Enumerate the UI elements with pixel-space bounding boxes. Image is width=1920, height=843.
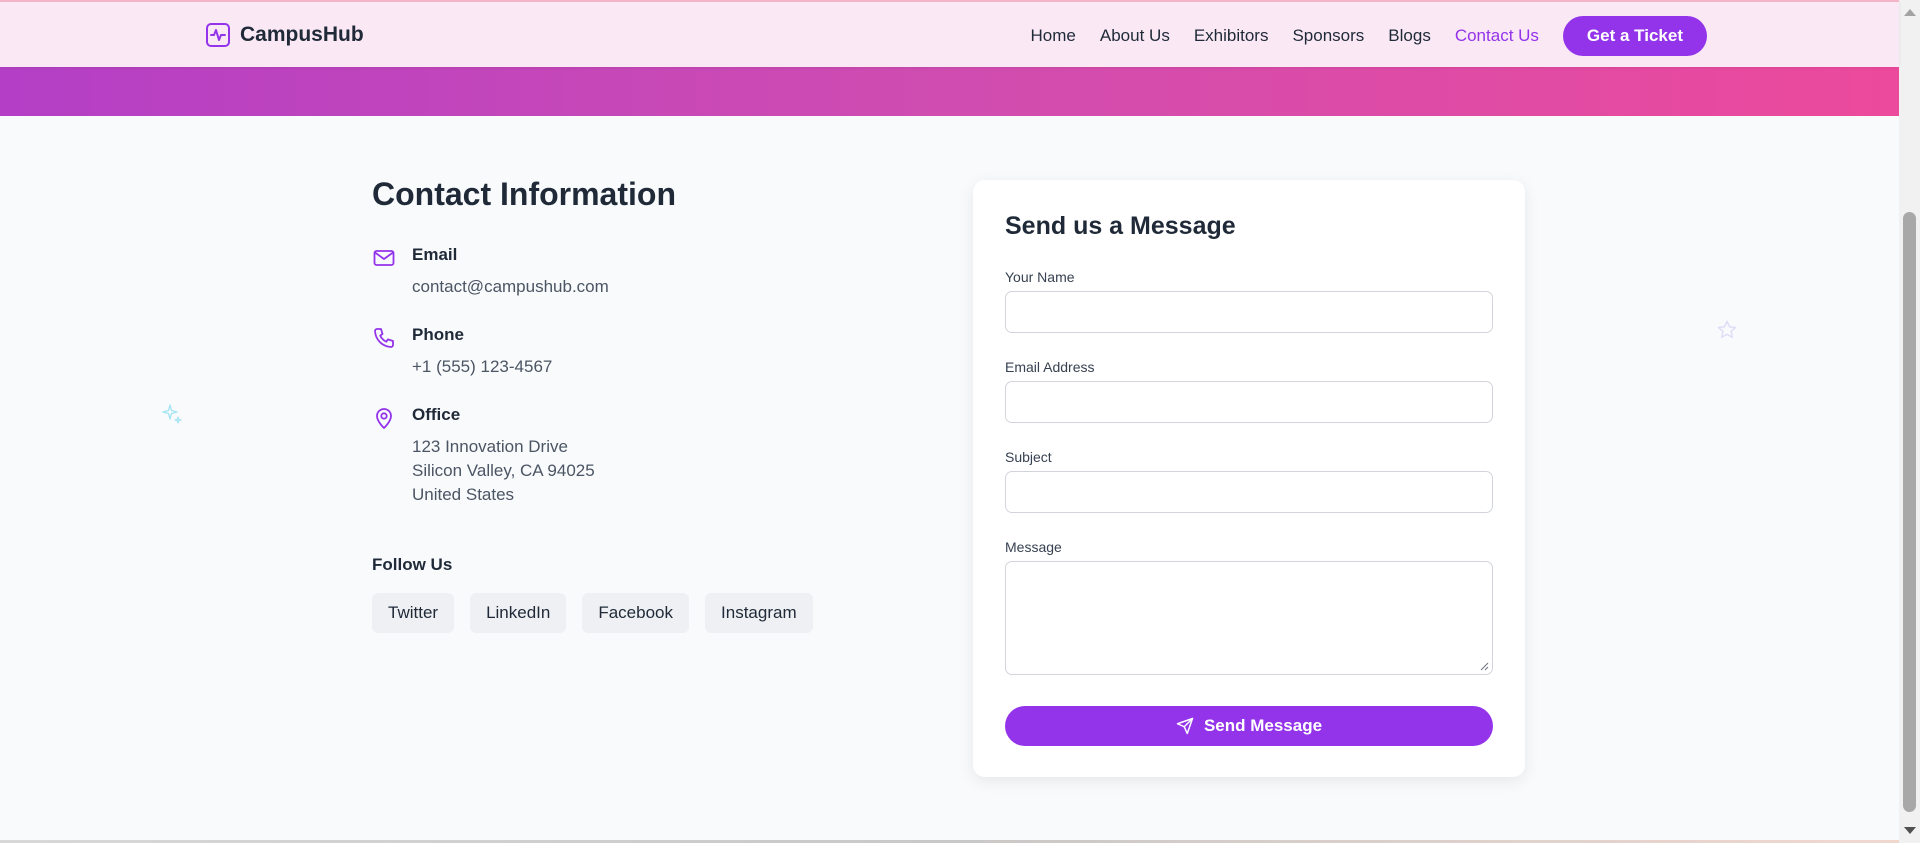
send-message-button[interactable]: Send Message bbox=[1005, 706, 1493, 746]
form-title: Send us a Message bbox=[1005, 212, 1236, 240]
star-icon bbox=[1717, 320, 1737, 339]
email-label: Email bbox=[412, 245, 458, 264]
get-ticket-button[interactable]: Get a Ticket bbox=[1562, 16, 1707, 56]
email-address-label: Email Address bbox=[1005, 359, 1095, 375]
activity-icon bbox=[206, 23, 230, 47]
scroll-down-arrow-icon[interactable] bbox=[1904, 827, 1916, 834]
email-input[interactable] bbox=[1005, 381, 1493, 423]
scrollbar-thumb[interactable] bbox=[1903, 212, 1916, 812]
office-address-line: 123 Innovation Drive bbox=[412, 437, 568, 456]
nav-link-about-us[interactable]: About Us bbox=[1100, 17, 1170, 55]
name-input[interactable] bbox=[1005, 291, 1493, 333]
social-link-linkedin[interactable]: LinkedIn bbox=[470, 593, 567, 633]
subject-input[interactable] bbox=[1005, 471, 1493, 513]
phone-icon bbox=[374, 328, 394, 348]
social-link-facebook[interactable]: Facebook bbox=[582, 593, 690, 633]
map-pin-icon bbox=[376, 408, 392, 429]
brand-name: CampusHub bbox=[240, 23, 364, 46]
office-address-line: Silicon Valley, CA 94025 bbox=[412, 461, 595, 480]
email-info: Email contact@campushub.com bbox=[372, 243, 892, 299]
follow-us-title: Follow Us bbox=[372, 555, 453, 574]
follow-us-section: Follow Us Twitter LinkedIn Facebook Inst… bbox=[372, 555, 892, 633]
message-textarea[interactable] bbox=[1005, 561, 1493, 675]
scroll-up-arrow-icon[interactable] bbox=[1904, 9, 1916, 16]
email-value[interactable]: contact@campushub.com bbox=[412, 275, 892, 299]
sparkle-icon bbox=[162, 404, 182, 424]
mail-icon bbox=[373, 250, 395, 266]
social-link-twitter[interactable]: Twitter bbox=[372, 593, 455, 633]
nav-link-home[interactable]: Home bbox=[1031, 17, 1076, 55]
page: CampusHub Home About Us Exhibitors Spons… bbox=[0, 0, 1920, 843]
nav-link-sponsors[interactable]: Sponsors bbox=[1292, 17, 1364, 55]
contact-info-title: Contact Information bbox=[372, 176, 676, 212]
office-address: 123 Innovation Drive Silicon Valley, CA … bbox=[412, 435, 892, 507]
send-message-label: Send Message bbox=[1203, 716, 1323, 735]
subject-label: Subject bbox=[1005, 449, 1052, 465]
message-label: Message bbox=[1005, 539, 1062, 555]
social-links: Twitter LinkedIn Facebook Instagram bbox=[372, 593, 892, 633]
phone-info: Phone +1 (555) 123-4567 bbox=[372, 323, 892, 379]
nav-link-contact-us[interactable]: Contact Us bbox=[1455, 17, 1539, 55]
social-link-instagram[interactable]: Instagram bbox=[705, 593, 813, 633]
nav-link-exhibitors[interactable]: Exhibitors bbox=[1194, 17, 1269, 55]
navbar: CampusHub Home About Us Exhibitors Spons… bbox=[0, 0, 1899, 67]
phone-value[interactable]: +1 (555) 123-4567 bbox=[412, 355, 892, 379]
office-address-line: United States bbox=[412, 485, 515, 504]
main-nav: Home About Us Exhibitors Sponsors Blogs … bbox=[1007, 16, 1707, 56]
name-label: Your Name bbox=[1005, 269, 1075, 285]
resize-handle-icon[interactable] bbox=[1479, 661, 1489, 671]
send-icon bbox=[1176, 717, 1194, 735]
contact-information: Contact Information Email contact@campus… bbox=[372, 176, 892, 633]
vertical-scrollbar[interactable] bbox=[1899, 0, 1920, 843]
phone-label: Phone bbox=[412, 325, 464, 344]
contact-form: Send us a Message Your Name Email Addres… bbox=[973, 180, 1525, 777]
hero-banner bbox=[0, 67, 1899, 116]
office-label: Office bbox=[412, 405, 461, 424]
nav-link-blogs[interactable]: Blogs bbox=[1388, 17, 1431, 55]
message-field-wrapper bbox=[973, 561, 1525, 675]
office-info: Office 123 Innovation Drive Silicon Vall… bbox=[372, 403, 892, 507]
brand-logo[interactable]: CampusHub bbox=[206, 23, 364, 47]
